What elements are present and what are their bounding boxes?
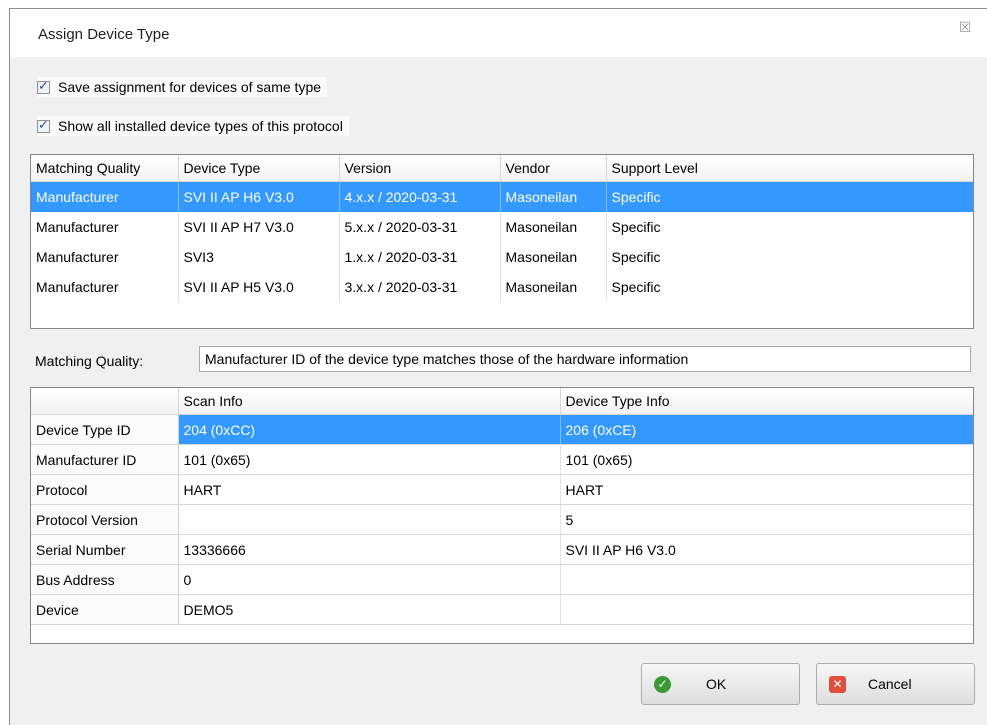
table-row[interactable]: Serial Number 13336666 SVI II AP H6 V3.0 [31, 534, 973, 565]
cell-scan-info: 13336666 [178, 534, 561, 565]
cell-support-level: Specific [606, 242, 973, 272]
column-header-empty [31, 388, 179, 415]
cell-support-level: Specific [606, 212, 973, 242]
cell-device-type-info: 206 (0xCE) [560, 414, 973, 445]
matching-quality-label: Matching Quality: [35, 353, 144, 369]
cell-vendor: Masoneilan [500, 242, 607, 272]
show-all-checkbox-row[interactable]: Show all installed device types of this … [37, 116, 349, 136]
device-table-header: Matching Quality Device Type Version Ven… [31, 155, 973, 182]
cell-scan-info: 0 [178, 564, 561, 595]
table-row[interactable]: Manufacturer SVI II AP H7 V3.0 5.x.x / 2… [31, 212, 973, 242]
cell-device-type-info: 5 [560, 504, 973, 535]
cell-device-type: SVI II AP H5 V3.0 [178, 272, 340, 302]
cell-device-type-info: SVI II AP H6 V3.0 [560, 534, 973, 565]
assign-device-type-dialog: Assign Device Type ☒ Save assignment for… [9, 8, 987, 725]
info-table-header: Scan Info Device Type Info [31, 388, 973, 415]
cell-device-type-info: 101 (0x65) [560, 444, 973, 475]
title-bar: Assign Device Type ☒ [10, 9, 987, 57]
show-all-label: Show all installed device types of this … [58, 118, 343, 134]
table-row[interactable]: Manufacturer SVI II AP H6 V3.0 4.x.x / 2… [31, 181, 973, 212]
cell-device-type: SVI II AP H6 V3.0 [178, 181, 340, 212]
save-assignment-checkbox-row[interactable]: Save assignment for devices of same type [37, 77, 328, 97]
cell-matching-quality: Manufacturer [31, 181, 179, 212]
column-header-matching-quality[interactable]: Matching Quality [31, 155, 179, 182]
column-header-scan-info[interactable]: Scan Info [178, 388, 561, 415]
table-row[interactable]: Device Type ID 204 (0xCC) 206 (0xCE) [31, 414, 973, 445]
cell-scan-info: HART [178, 474, 561, 505]
row-label: Manufacturer ID [31, 444, 179, 475]
cell-support-level: Specific [606, 272, 973, 302]
cell-support-level: Specific [606, 181, 973, 212]
check-circle-icon: ✓ [654, 675, 671, 693]
cell-scan-info: 204 (0xCC) [178, 414, 561, 445]
row-label: Bus Address [31, 564, 179, 595]
cell-version: 3.x.x / 2020-03-31 [339, 272, 501, 302]
cell-matching-quality: Manufacturer [31, 212, 179, 242]
show-all-checkbox[interactable] [37, 117, 50, 133]
row-label: Device Type ID [31, 414, 179, 445]
table-row[interactable]: Manufacturer SVI II AP H5 V3.0 3.x.x / 2… [31, 272, 973, 302]
table-row[interactable]: Bus Address 0 [31, 564, 973, 595]
cell-version: 5.x.x / 2020-03-31 [339, 212, 501, 242]
column-header-device-type[interactable]: Device Type [178, 155, 340, 182]
table-row[interactable]: Manufacturer ID 101 (0x65) 101 (0x65) [31, 444, 973, 475]
column-header-device-type-info[interactable]: Device Type Info [560, 388, 973, 415]
device-info-table: Scan Info Device Type Info Device Type I… [30, 387, 974, 644]
cell-scan-info: 101 (0x65) [178, 444, 561, 475]
ok-button[interactable]: ✓ OK [641, 663, 800, 705]
dialog-title: Assign Device Type [38, 26, 170, 43]
cell-matching-quality: Manufacturer [31, 242, 179, 272]
column-header-version[interactable]: Version [339, 155, 501, 182]
save-assignment-label: Save assignment for devices of same type [58, 79, 322, 95]
cell-version: 4.x.x / 2020-03-31 [339, 181, 501, 212]
cell-vendor: Masoneilan [500, 181, 607, 212]
cell-device-type-info: HART [560, 474, 973, 505]
matching-quality-field: Manufacturer ID of the device type match… [199, 346, 971, 372]
row-label: Device [31, 594, 179, 625]
cell-scan-info [178, 504, 561, 535]
cell-device-type: SVI3 [178, 242, 340, 272]
row-label: Protocol [31, 474, 179, 505]
ok-button-label: OK [706, 676, 727, 692]
row-label: Protocol Version [31, 504, 179, 535]
cancel-x-icon: ✕ [829, 675, 846, 693]
save-assignment-checkbox[interactable] [37, 78, 50, 94]
table-row[interactable]: Protocol HART HART [31, 474, 973, 505]
cell-scan-info: DEMO5 [178, 594, 561, 625]
column-header-support-level[interactable]: Support Level [606, 155, 973, 182]
cell-matching-quality: Manufacturer [31, 272, 179, 302]
cell-device-type-info [560, 594, 973, 625]
cell-version: 1.x.x / 2020-03-31 [339, 242, 501, 272]
cell-device-type-info [560, 564, 973, 595]
table-row[interactable]: Device DEMO5 [31, 594, 973, 625]
cell-vendor: Masoneilan [500, 272, 607, 302]
row-label: Serial Number [31, 534, 179, 565]
column-header-vendor[interactable]: Vendor [500, 155, 607, 182]
cell-vendor: Masoneilan [500, 212, 607, 242]
table-row[interactable]: Manufacturer SVI3 1.x.x / 2020-03-31 Mas… [31, 242, 973, 272]
cell-device-type: SVI II AP H7 V3.0 [178, 212, 340, 242]
device-type-table: Matching Quality Device Type Version Ven… [30, 154, 974, 329]
cancel-button[interactable]: ✕ Cancel [816, 663, 975, 705]
cancel-button-label: Cancel [868, 676, 912, 692]
table-row[interactable]: Protocol Version 5 [31, 504, 973, 535]
close-icon[interactable]: ☒ [957, 19, 973, 35]
